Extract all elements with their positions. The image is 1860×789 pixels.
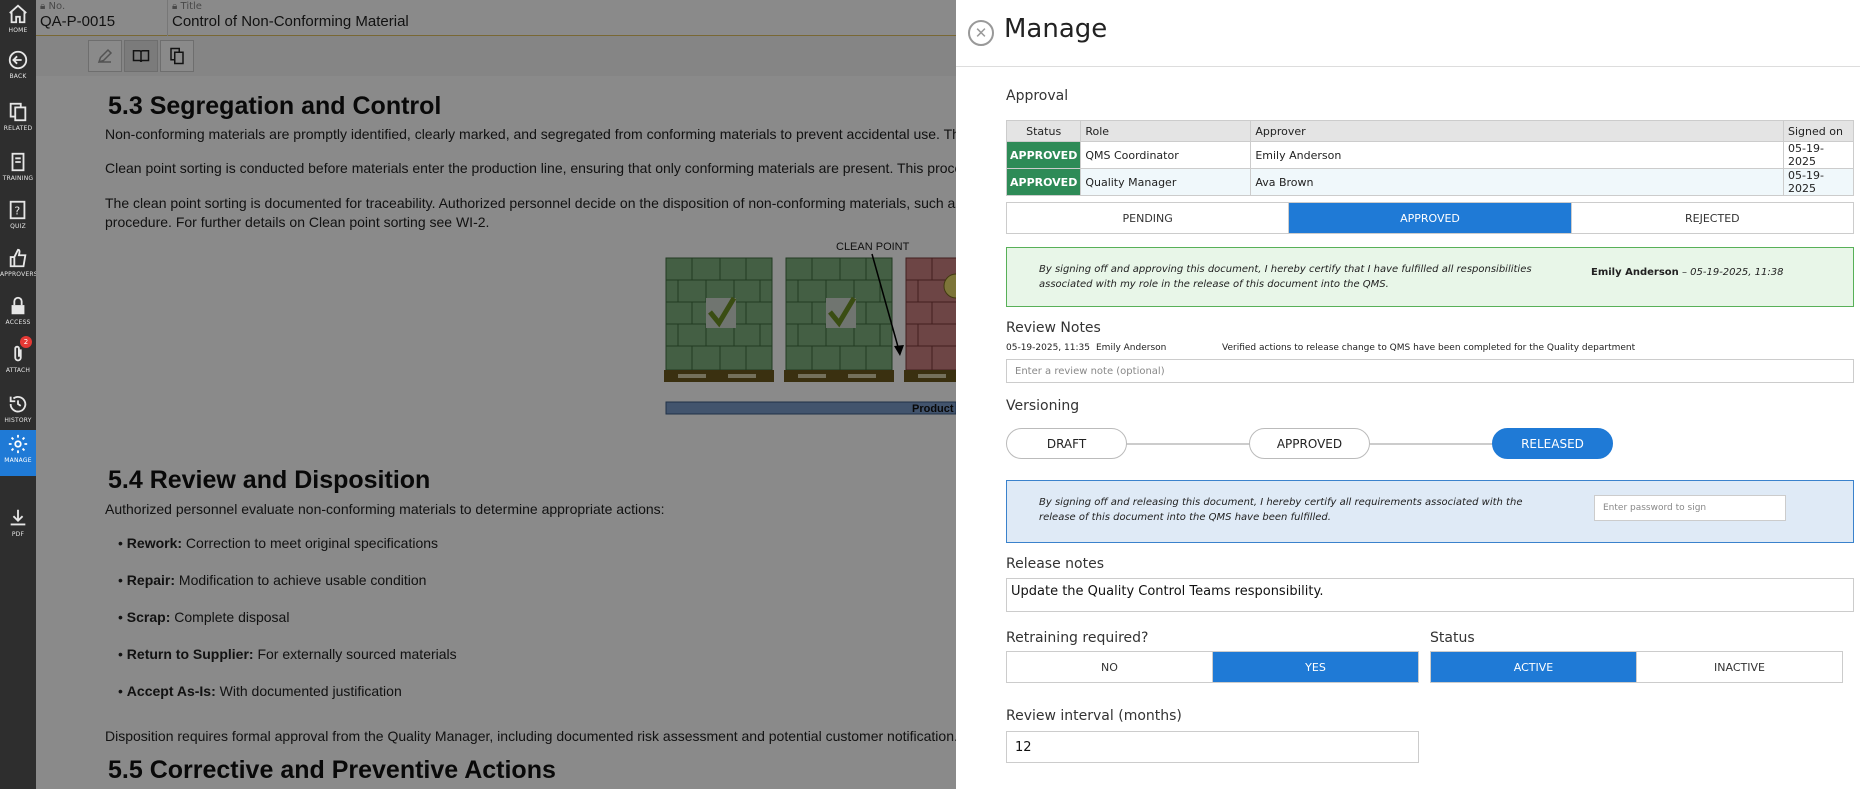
section-heading: Approval: [1006, 88, 1069, 104]
signed-on-cell: 05-19-2025: [1783, 141, 1854, 169]
column-header: Approver: [1250, 120, 1784, 142]
role-cell: QMS Coordinator: [1080, 141, 1252, 169]
sidebar-item-approvers[interactable]: APPROVERS: [0, 244, 38, 290]
lock-icon: [11, 296, 25, 315]
role-cell: Quality Manager: [1080, 168, 1252, 196]
sidebar-item-label: HOME: [8, 27, 28, 34]
sidebar-item-label: RELATED: [3, 125, 33, 132]
review-note-input[interactable]: Enter a review note (optional): [1006, 359, 1854, 383]
option-yes[interactable]: YES: [1213, 652, 1418, 682]
sidebar-item-label: HISTORY: [4, 417, 32, 424]
review-note-entry: 05-19-2025, 11:35 Emily Anderson Verified …: [1006, 343, 1635, 353]
stage-approved[interactable]: APPROVED: [1249, 428, 1370, 459]
panel-title: Manage: [1004, 14, 1108, 44]
option-approved[interactable]: APPROVED: [1289, 203, 1572, 233]
sidebar-item-label: BACK: [9, 73, 27, 80]
column-header: Status: [1005, 120, 1082, 142]
table-header-row: Status Role Approver Signed on: [1005, 120, 1854, 142]
sidebar-item-label: QUIZ: [10, 223, 26, 230]
history-icon: [9, 395, 27, 413]
modal-backdrop[interactable]: [36, 0, 956, 789]
certification-text: By signing off and releasing this docume…: [1039, 497, 1523, 523]
sidebar-item-back[interactable]: BACK: [0, 46, 36, 92]
review-interval-input[interactable]: 12: [1006, 731, 1419, 763]
signature-stamp: Emily Anderson – 05-19-2025, 11:38: [1591, 267, 1783, 278]
signature-time: – 05-19-2025, 11:38: [1678, 267, 1784, 278]
section-heading: Review interval (months): [1006, 708, 1182, 724]
training-icon: [11, 152, 25, 172]
section-heading: Release notes: [1006, 556, 1104, 572]
gear-icon: [8, 434, 28, 454]
sidebar-item-label: TRAINING: [2, 175, 34, 182]
sidebar-item-quiz[interactable]: ? QUIZ: [0, 196, 36, 242]
approver-cell: Ava Brown: [1250, 168, 1784, 196]
sidebar-item-training[interactable]: TRAINING: [0, 148, 36, 194]
option-rejected[interactable]: REJECTED: [1572, 203, 1853, 233]
release-certification-box: By signing off and releasing this docume…: [1006, 480, 1854, 543]
close-button[interactable]: ✕: [968, 20, 994, 46]
stage-draft[interactable]: DRAFT: [1006, 428, 1127, 459]
sidebar-item-label: MANAGE: [4, 457, 32, 464]
sidebar-item-access[interactable]: ACCESS: [0, 292, 36, 338]
section-heading: Versioning: [1006, 398, 1080, 414]
sidebar-item-label: APPROVERS: [0, 271, 38, 278]
section-heading: Retraining required?: [1006, 630, 1149, 646]
approval-table: Status Role Approver Signed on APPROVED …: [1005, 120, 1854, 196]
thumbs-up-icon: [9, 248, 27, 268]
divider: [956, 66, 1860, 67]
sidebar-item-label: ACCESS: [5, 319, 31, 326]
option-no[interactable]: NO: [1007, 652, 1213, 682]
attachment-count-badge: 2: [20, 336, 32, 348]
sidebar-item-related[interactable]: RELATED: [0, 98, 36, 144]
certification-text: By signing off and approving this docume…: [1039, 264, 1532, 290]
approver-cell: Emily Anderson: [1250, 141, 1784, 169]
table-row: APPROVED QMS Coordinator Emily Anderson …: [1005, 141, 1854, 169]
option-inactive[interactable]: INACTIVE: [1637, 652, 1842, 682]
quiz-icon: ?: [9, 200, 26, 220]
sidebar-item-home[interactable]: HOME: [0, 0, 36, 46]
left-sidebar: HOME BACK RELATED TRAINING ? QUIZ APPROV…: [0, 0, 38, 789]
retraining-toggle: NO YES: [1006, 651, 1419, 683]
note-text: Verified actions to release change to QM…: [1222, 343, 1636, 353]
sidebar-item-label: ATTACH: [5, 367, 31, 374]
status-badge: APPROVED: [1005, 168, 1082, 196]
column-header: Role: [1080, 120, 1252, 142]
sidebar-item-pdf[interactable]: PDF: [0, 504, 36, 550]
manage-panel: ✕ Manage Approval Status Role Approver S…: [956, 0, 1860, 789]
section-heading: Status: [1430, 630, 1475, 646]
approval-decision-selector: PENDING APPROVED REJECTED: [1006, 202, 1854, 234]
back-arrow-icon: [8, 50, 28, 70]
option-pending[interactable]: PENDING: [1007, 203, 1290, 233]
svg-text:?: ?: [14, 205, 20, 218]
sidebar-item-manage[interactable]: MANAGE: [0, 430, 36, 476]
column-header: Signed on: [1783, 120, 1854, 142]
status-badge: APPROVED: [1005, 141, 1082, 169]
close-icon: ✕: [974, 24, 988, 42]
status-toggle: ACTIVE INACTIVE: [1430, 651, 1843, 683]
approval-certification-box: By signing off and approving this docume…: [1006, 247, 1854, 307]
download-icon: [10, 509, 26, 526]
password-input[interactable]: Enter password to sign: [1594, 495, 1786, 521]
related-documents-icon: [9, 102, 27, 122]
note-time: 05-19-2025, 11:35: [1006, 343, 1090, 353]
sidebar-item-attach[interactable]: 2 ATTACH: [0, 336, 36, 386]
note-author: Emily Anderson: [1096, 343, 1167, 353]
progress-connector: [1126, 443, 1250, 445]
sidebar-item-label: PDF: [11, 531, 25, 538]
signer-name: Emily Anderson: [1591, 267, 1679, 278]
section-heading: Review Notes: [1006, 320, 1101, 336]
home-icon: [9, 4, 27, 24]
signed-on-cell: 05-19-2025: [1783, 168, 1854, 196]
option-active[interactable]: ACTIVE: [1431, 652, 1637, 682]
table-row: APPROVED Quality Manager Ava Brown 05-19…: [1005, 168, 1854, 196]
release-notes-textarea[interactable]: Update the Quality Control Teams respons…: [1006, 578, 1854, 612]
progress-connector: [1370, 443, 1494, 445]
stage-released[interactable]: RELEASED: [1492, 428, 1613, 459]
